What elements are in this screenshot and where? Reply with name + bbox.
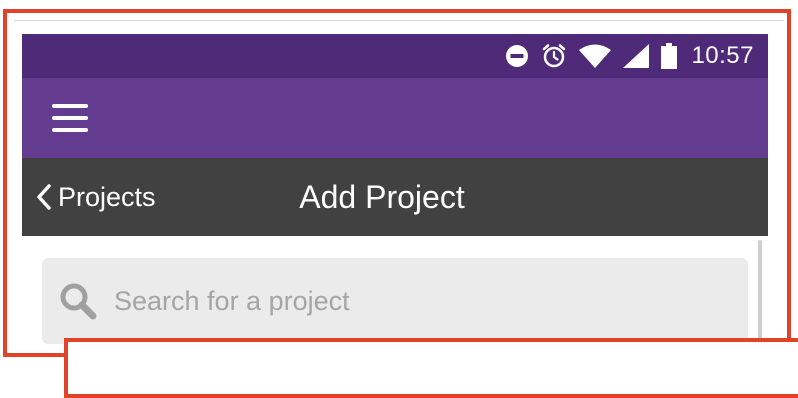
annotation-highlight-box-lower	[64, 338, 798, 398]
annotation-highlight-box	[3, 9, 791, 357]
